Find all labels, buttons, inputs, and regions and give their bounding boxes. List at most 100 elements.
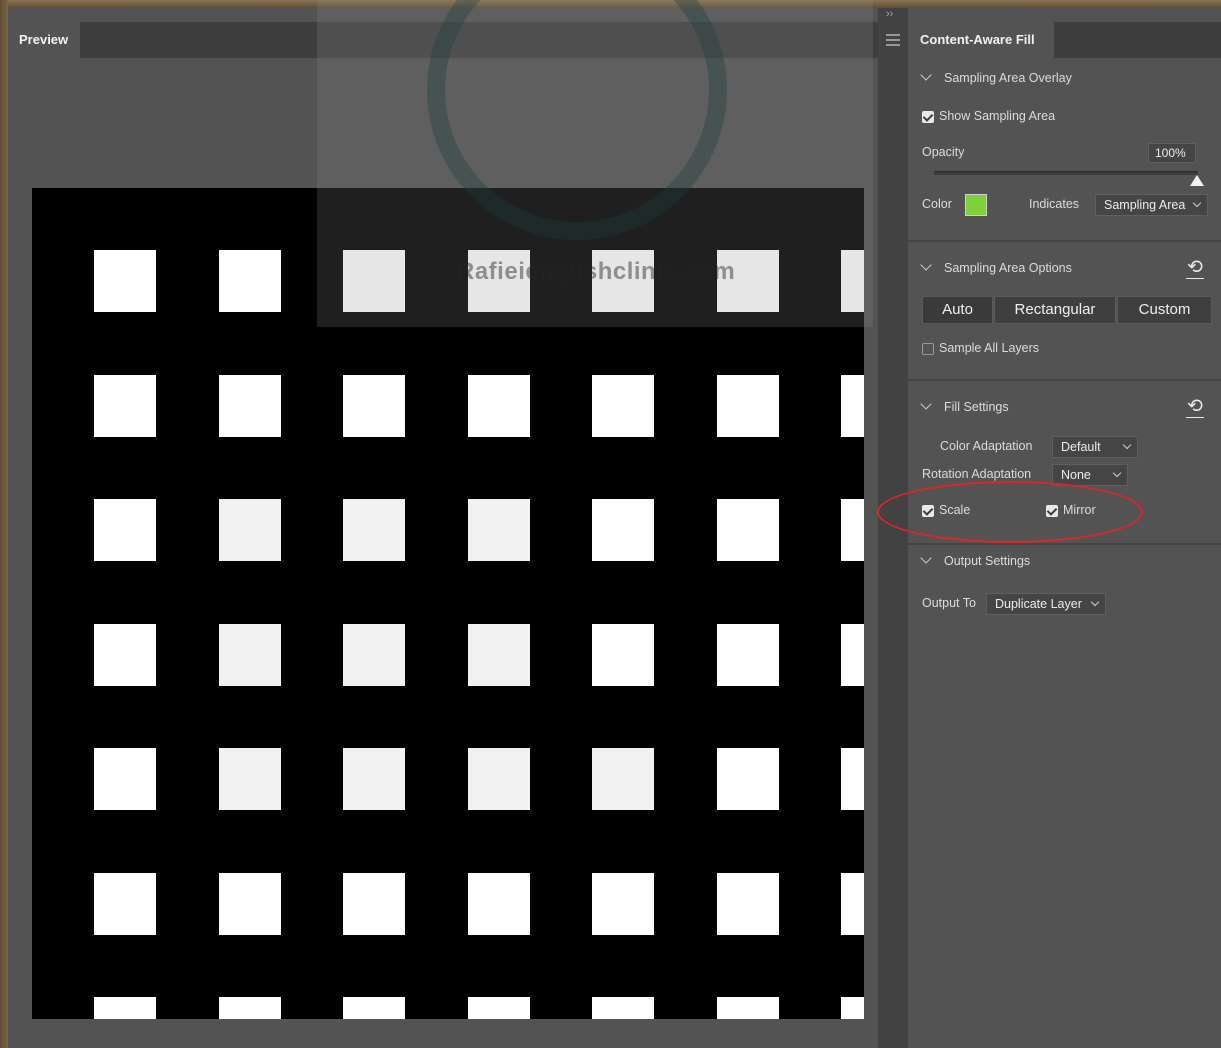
preview-canvas[interactable] [32, 188, 864, 1019]
indicates-label: Indicates [1029, 197, 1080, 211]
mirror-checkbox[interactable] [1046, 505, 1058, 517]
tab-preview[interactable]: Preview [8, 22, 80, 58]
section-divider [908, 379, 1221, 381]
preview-panel: Preview [8, 8, 878, 1048]
output-to-dropdown[interactable]: Duplicate Layer [986, 593, 1106, 615]
preview-pattern-square [219, 748, 281, 810]
preview-tab-bar: Preview [8, 22, 878, 58]
preview-pattern-square [468, 873, 530, 935]
preview-pattern-square [841, 873, 864, 935]
color-adaptation-dropdown[interactable]: Default [1052, 436, 1138, 458]
preview-pattern-square [841, 748, 864, 810]
preview-pattern-square [94, 624, 156, 686]
opacity-slider-thumb[interactable] [1190, 175, 1204, 186]
color-label: Color [922, 197, 952, 211]
chevron-down-icon [1192, 198, 1202, 208]
preview-pattern-square [219, 375, 281, 437]
preview-pattern-square [468, 250, 530, 312]
reset-sampling-options-icon[interactable]: ⟲ [1185, 258, 1205, 279]
hamburger-menu-icon[interactable] [886, 34, 900, 46]
preview-pattern-square [94, 250, 156, 312]
content-aware-fill-panel: Content-Aware Fill Sampling Area Overlay… [908, 8, 1221, 1048]
rectangular-button[interactable]: Rectangular [994, 296, 1116, 324]
section-divider [908, 543, 1221, 545]
preview-pattern-square [343, 250, 405, 312]
preview-pattern-square [592, 748, 654, 810]
preview-pattern-square [343, 499, 405, 561]
scale-label: Scale [939, 503, 971, 517]
auto-button[interactable]: Auto [922, 296, 993, 324]
preview-pattern-square [717, 250, 779, 312]
preview-pattern-square [592, 624, 654, 686]
preview-pattern-square [468, 997, 530, 1019]
rotation-adaptation-label: Rotation Adaptation [922, 467, 1032, 481]
chevron-down-icon [1122, 440, 1132, 450]
preview-pattern-square [468, 748, 530, 810]
preview-pattern-square [717, 375, 779, 437]
preview-pattern-square [219, 997, 281, 1019]
preview-pattern-square [219, 624, 281, 686]
color-swatch[interactable] [965, 194, 987, 216]
preview-pattern-square [841, 250, 864, 312]
preview-pattern-square [717, 748, 779, 810]
preview-pattern-square [841, 997, 864, 1019]
show-sampling-area-label: Show Sampling Area [939, 109, 1056, 123]
preview-pattern-square [592, 873, 654, 935]
preview-pattern-square [841, 499, 864, 561]
panel-splitter[interactable]: ›› [878, 8, 908, 1048]
preview-pattern-square [94, 873, 156, 935]
output-to-label: Output To [922, 596, 976, 610]
color-adaptation-label: Color Adaptation [940, 439, 1033, 453]
opacity-label: Opacity [922, 145, 965, 159]
preview-pattern-square [592, 375, 654, 437]
section-divider [908, 240, 1221, 242]
sample-all-layers-label: Sample All Layers [939, 341, 1040, 355]
preview-pattern-square [592, 997, 654, 1019]
window-frame-top [0, 0, 1221, 8]
section-fill-settings-header[interactable]: Fill Settings [920, 398, 1009, 414]
section-output-settings-header[interactable]: Output Settings [920, 552, 1030, 568]
scale-checkbox[interactable] [922, 505, 934, 517]
preview-pattern-square [717, 499, 779, 561]
chevron-down-icon [1090, 597, 1100, 607]
preview-pattern-square [343, 624, 405, 686]
preview-pattern-square [343, 375, 405, 437]
preview-pattern-square [343, 997, 405, 1019]
sampling-mode-segmented-control: Auto Rectangular Custom [922, 296, 1212, 324]
preview-pattern-square [468, 499, 530, 561]
preview-pattern-square [94, 748, 156, 810]
tab-content-aware-fill[interactable]: Content-Aware Fill [908, 22, 1054, 58]
sample-all-layers-checkbox[interactable] [922, 343, 934, 355]
opacity-slider-track[interactable] [934, 171, 1198, 175]
collapse-panels-icon[interactable]: ›› [886, 8, 893, 20]
preview-pattern-square [343, 873, 405, 935]
preview-pattern-square [468, 375, 530, 437]
preview-pattern-square [468, 624, 530, 686]
section-sampling-options-header[interactable]: Sampling Area Options [920, 259, 1072, 275]
preview-pattern-square [717, 873, 779, 935]
preview-pattern-square [94, 997, 156, 1019]
opacity-value[interactable]: 100% [1148, 143, 1196, 163]
preview-pattern-square [841, 375, 864, 437]
custom-button[interactable]: Custom [1117, 296, 1212, 324]
preview-pattern-square [219, 250, 281, 312]
preview-pattern-square [592, 499, 654, 561]
chevron-down-icon [920, 69, 932, 81]
reset-fill-settings-icon[interactable]: ⟲ [1185, 397, 1205, 418]
chevron-down-icon [1112, 468, 1122, 478]
preview-pattern-square [841, 624, 864, 686]
chevron-down-icon [920, 398, 932, 410]
preview-pattern-square [343, 748, 405, 810]
indicates-dropdown[interactable]: Sampling Area [1095, 194, 1208, 216]
chevron-down-icon [920, 552, 932, 564]
preview-pattern-square [94, 375, 156, 437]
mirror-label: Mirror [1063, 503, 1096, 517]
panel-tab-bar: Content-Aware Fill [908, 22, 1221, 58]
show-sampling-area-checkbox[interactable] [922, 111, 934, 123]
preview-pattern-square [717, 997, 779, 1019]
chevron-down-icon [920, 259, 932, 271]
preview-pattern-square [219, 873, 281, 935]
rotation-adaptation-dropdown[interactable]: None [1052, 464, 1128, 486]
preview-pattern-square [592, 250, 654, 312]
section-sampling-overlay-header[interactable]: Sampling Area Overlay [920, 69, 1072, 85]
